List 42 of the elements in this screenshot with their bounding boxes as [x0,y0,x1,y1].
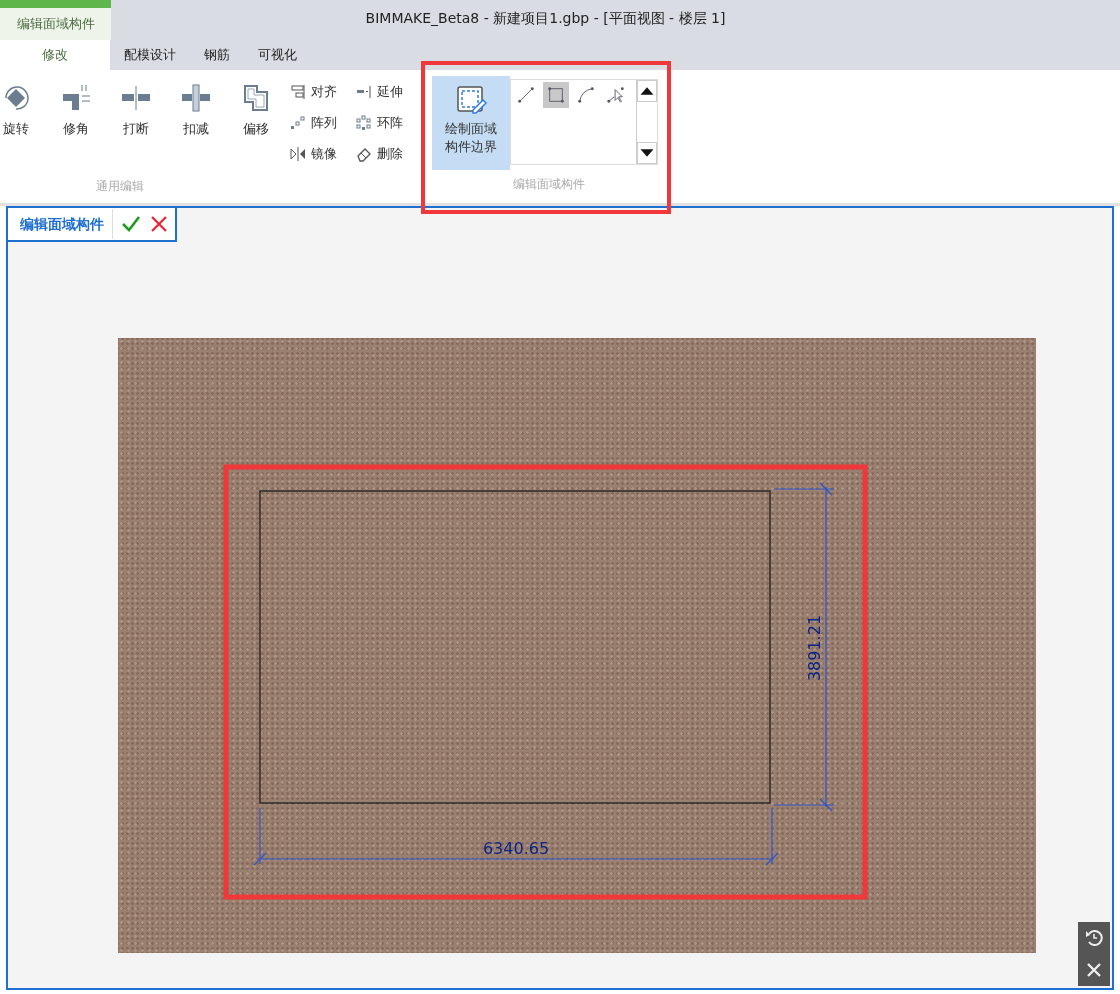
scroll-up-icon[interactable] [637,80,657,102]
tool-button[interactable]: 延伸 [356,76,418,107]
context-tab[interactable]: 编辑面域构件 [0,0,111,40]
ribbon-tab[interactable]: 可视化 [244,40,311,70]
align-icon [290,83,306,100]
group-label: 通用编辑 [95,178,145,195]
tool-button[interactable]: 偏移 [226,70,286,178]
tool-button[interactable]: 对齐 [290,76,356,107]
cancel-close-icon[interactable] [149,214,169,234]
tool-button[interactable]: 旋转 [0,70,46,178]
ribbon-tab[interactable]: 修改 [0,40,110,70]
dimension-value: 6340.65 [482,839,550,858]
cut-icon [180,82,212,114]
cursor-icon [607,86,625,104]
shape-tool[interactable] [543,82,569,108]
tool-button[interactable]: 打断 [106,70,166,178]
array-icon [290,114,306,131]
group-label: 编辑面域构件 [512,176,586,193]
dimension-value: 3891.21 [805,614,824,682]
dashed-square-pencil-icon [455,84,487,116]
tool-button[interactable]: 阵列 [290,107,356,138]
tool-button[interactable]: 扣减 [166,70,226,178]
edit-mode-label: 编辑面域构件 [20,209,113,239]
radial-icon [356,114,372,131]
region-boundary[interactable] [259,490,771,804]
tool-button[interactable]: 修角 [46,70,106,178]
arc-icon [577,86,595,104]
window-title: BIMMAKE_Beta8 - 新建项目1.gbp - [平面视图 - 楼层 1] [364,9,727,28]
tool-button[interactable]: 环阵 [356,107,418,138]
tool-button[interactable]: 删除 [356,138,418,169]
draw-boundary-button[interactable]: 绘制面域构件边界 [432,76,510,170]
finish-checkmark-icon[interactable] [121,214,141,234]
gallery-scrollbar[interactable] [636,80,657,164]
ribbon-tab[interactable]: 钢筋 [190,40,244,70]
undo-rotate-icon[interactable] [1084,928,1104,948]
scroll-down-icon[interactable] [637,142,657,164]
line-icon [517,86,535,104]
tool-button[interactable]: 镜像 [290,138,356,169]
extend-icon [356,83,372,100]
ribbon-tab[interactable]: 配模设计 [110,40,190,70]
mirror-icon [290,145,306,162]
rectangle-icon [547,86,565,104]
